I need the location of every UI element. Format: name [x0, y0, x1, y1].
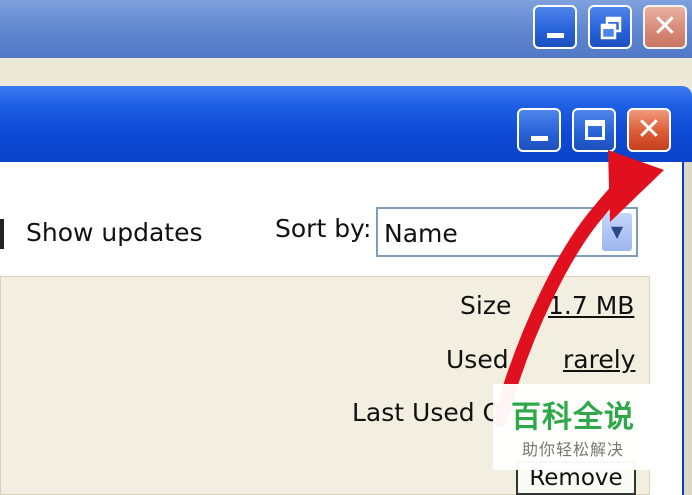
sort-by-select[interactable]: Name ▼ — [376, 207, 638, 257]
last-used-label: Last Used On — [352, 398, 512, 427]
minimize-icon — [531, 136, 548, 141]
close-icon: ✕ — [652, 9, 678, 44]
size-value[interactable]: 1.7 MB — [548, 291, 634, 320]
watermark-title: 百科全说 — [511, 400, 635, 435]
toolbar-separator — [0, 219, 4, 249]
show-updates-checkbox-label[interactable]: Show updates — [26, 218, 203, 247]
watermark: 百科全说 助你轻松解决 — [493, 384, 653, 470]
outer-close-button[interactable]: ✕ — [643, 5, 687, 49]
maximize-button[interactable] — [572, 108, 616, 152]
maximize-icon — [585, 120, 605, 140]
outer-minimize-button[interactable] — [533, 5, 577, 49]
sort-by-value: Name — [384, 219, 458, 248]
close-icon: ✕ — [636, 112, 662, 147]
used-value[interactable]: rarely — [563, 345, 635, 374]
dialog-titlebar: ✕ — [0, 86, 692, 162]
used-label: Used — [446, 345, 509, 374]
outer-window-titlebar: ✕ — [0, 0, 692, 58]
outer-restore-button[interactable] — [588, 5, 632, 49]
size-label: Size — [460, 291, 512, 320]
dropdown-arrow-icon[interactable]: ▼ — [602, 213, 632, 251]
minimize-icon — [547, 33, 564, 38]
sort-by-label: Sort by: — [275, 214, 372, 243]
background-window-edge — [684, 162, 692, 495]
watermark-subtitle: 助你轻松解决 — [521, 440, 624, 459]
restore-icon — [600, 16, 622, 40]
minimize-button[interactable] — [517, 108, 561, 152]
close-button[interactable]: ✕ — [627, 108, 671, 152]
